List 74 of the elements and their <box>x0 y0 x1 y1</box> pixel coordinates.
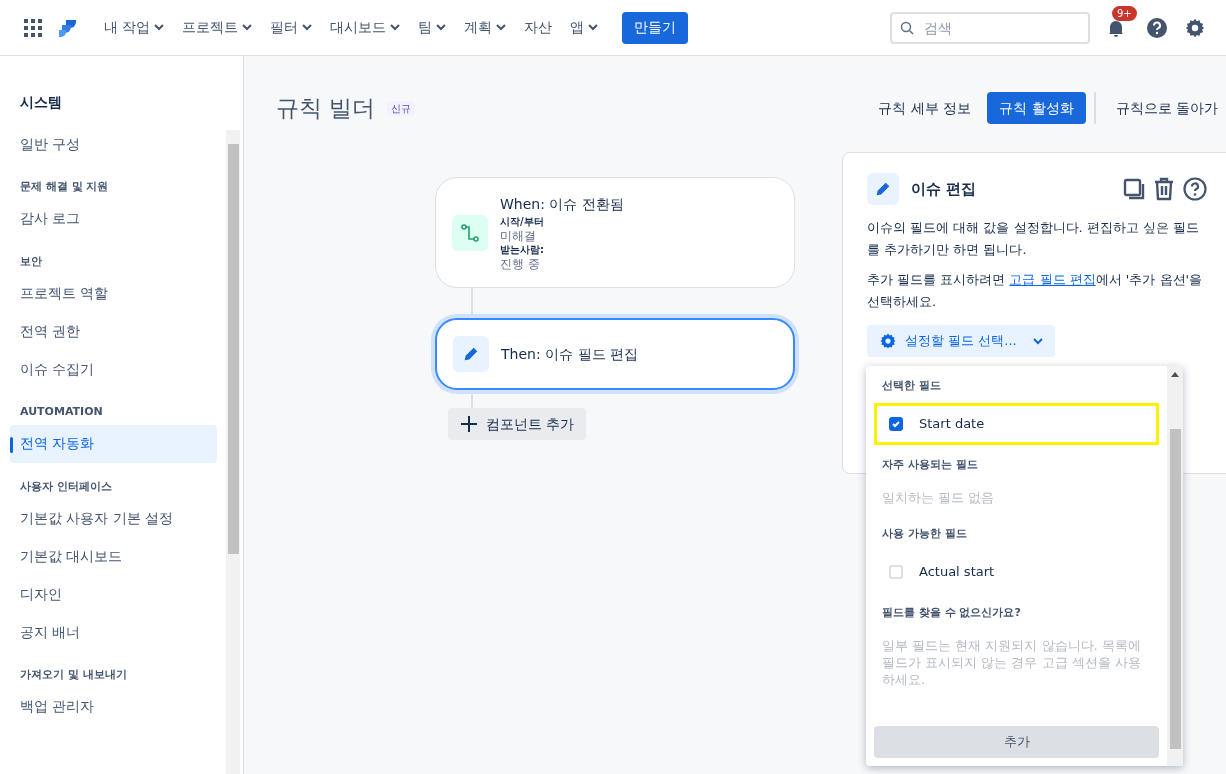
nav-menu-item[interactable]: 프로젝트 <box>176 17 259 38</box>
sidebar-section-heading: 사용자 인터페이스 <box>19 478 113 495</box>
create-button[interactable]: 만들기 <box>622 11 689 44</box>
dropdown-message: 일부 필드는 현재 지원되지 않습니다. 목록에 필드가 표시되지 않는 경우 고급 섹션을 사용하세요. <box>881 637 1142 688</box>
nav-menu-item[interactable]: 자산 <box>518 17 559 38</box>
copy-icon[interactable] <box>1123 178 1145 200</box>
sidebar-title: 시스템 <box>19 93 63 112</box>
field-select-button[interactable]: 설정할 필드 선택... <box>867 325 1055 357</box>
dropdown-message: 일치하는 필드 없음 <box>881 489 996 506</box>
sidebar-item[interactable]: 이슈 수집기 <box>10 350 217 388</box>
search-field[interactable]: 검색 <box>890 11 1090 44</box>
rule-step-card[interactable]: When: 이슈 전환됨 시작/부터 미해결 받는사람: 진행 중 <box>435 177 795 288</box>
sidebar-section-heading: 문제 해결 및 지원 <box>19 179 110 195</box>
panel-hint: 추가 필드를 표시하려면 고급 필드 편집에서 '추가 옵션'을 선택하세요. <box>867 271 1204 311</box>
sidebar-section-heading: 보안 <box>19 253 43 270</box>
scrollbar[interactable] <box>1167 366 1183 766</box>
settings-icon <box>879 332 897 350</box>
nav-menu-item[interactable]: 필터 <box>264 17 319 38</box>
step-title: Then: 이슈 필드 편집 <box>501 344 638 364</box>
sidebar-item[interactable]: 공지 배너 <box>10 613 217 651</box>
step-title: When: 이슈 전환됨 <box>500 195 624 214</box>
field-option[interactable]: Start date <box>874 402 1159 445</box>
sidebar-item[interactable]: 기본값 사용자 기본 설정 <box>10 499 217 537</box>
page-title: 규칙 빌더 <box>276 93 376 123</box>
field-option[interactable]: Actual start <box>874 550 1159 593</box>
sidebar-section-heading: 가져오기 및 내보내기 <box>19 667 128 683</box>
sidebar-item[interactable]: 백업 관리자 <box>10 687 217 726</box>
panel-title: 이슈 편집 <box>911 178 977 200</box>
settings-icon[interactable] <box>1184 16 1206 39</box>
help-icon[interactable] <box>1183 177 1207 201</box>
add-field-button[interactable]: 추가 <box>874 726 1159 758</box>
header-action-button[interactable]: 규칙으로 돌아가 <box>1107 92 1226 124</box>
sidebar-item[interactable]: 일반 구성 <box>10 125 217 163</box>
add-component-button[interactable]: 컴포넌트 추가 <box>448 408 587 440</box>
chevron-down-icon <box>1032 337 1043 345</box>
nav-menu-item[interactable]: 내 작업 <box>98 17 171 38</box>
checkbox[interactable] <box>889 564 903 579</box>
detail-label: 시작/부터 <box>500 215 545 229</box>
plus-icon <box>460 415 478 433</box>
panel-description: 이슈의 필드에 대해 값을 설정합니다. 편집하고 싶은 필드를 추가하기만 하면 됩니다. <box>867 219 1201 259</box>
header-action-button[interactable]: 규칙 세부 정보 <box>870 92 980 124</box>
sidebar-item[interactable]: 기본값 대시보드 <box>10 537 217 575</box>
checkbox[interactable] <box>889 416 903 431</box>
pencil-icon <box>462 345 480 363</box>
branch-icon <box>452 214 488 251</box>
detail-value: 진행 중 <box>500 257 541 271</box>
search-icon <box>900 20 914 35</box>
logo-icon[interactable] <box>58 17 78 38</box>
app-grid-icon[interactable] <box>24 18 42 37</box>
nav-menu-item[interactable]: 앱 <box>564 17 605 38</box>
nav-menu-item[interactable]: 팀 <box>412 17 453 38</box>
sidebar-item[interactable]: 전역 자동화 <box>10 424 217 463</box>
dropdown-section-heading: 선택한 필드 <box>881 378 942 394</box>
notification-badge: 9+ <box>1112 5 1137 21</box>
dropdown-section-heading: 자주 사용되는 필드 <box>881 456 979 473</box>
checkmark-icon <box>891 418 901 429</box>
new-badge: 신규 <box>387 100 416 116</box>
pencil-icon <box>874 180 892 198</box>
dropdown-section-heading: 사용 가능한 필드 <box>881 526 968 542</box>
sidebar-section-heading: AUTOMATION <box>19 404 104 420</box>
detail-label: 받는사람: <box>500 243 545 257</box>
sidebar-item[interactable]: 디자인 <box>10 575 217 613</box>
scrollbar[interactable] <box>226 130 240 774</box>
dropdown-section-heading: 필드를 찾을 수 없으신가요? <box>881 604 1022 621</box>
sidebar-item[interactable]: 감사 로그 <box>10 199 217 238</box>
detail-value: 미해결 <box>500 229 537 243</box>
sidebar-item[interactable]: 전역 권한 <box>10 312 217 350</box>
help-icon[interactable] <box>1146 16 1168 39</box>
header-action-button[interactable]: 규칙 활성화 <box>987 92 1086 124</box>
nav-menu-item[interactable]: 계획 <box>458 17 513 38</box>
advanced-edit-link[interactable]: 고급 필드 편집 <box>1009 272 1096 287</box>
nav-menu-item[interactable]: 대시보드 <box>324 17 407 38</box>
sidebar-item[interactable]: 프로젝트 역할 <box>10 274 217 312</box>
trash-icon[interactable] <box>1153 177 1175 201</box>
